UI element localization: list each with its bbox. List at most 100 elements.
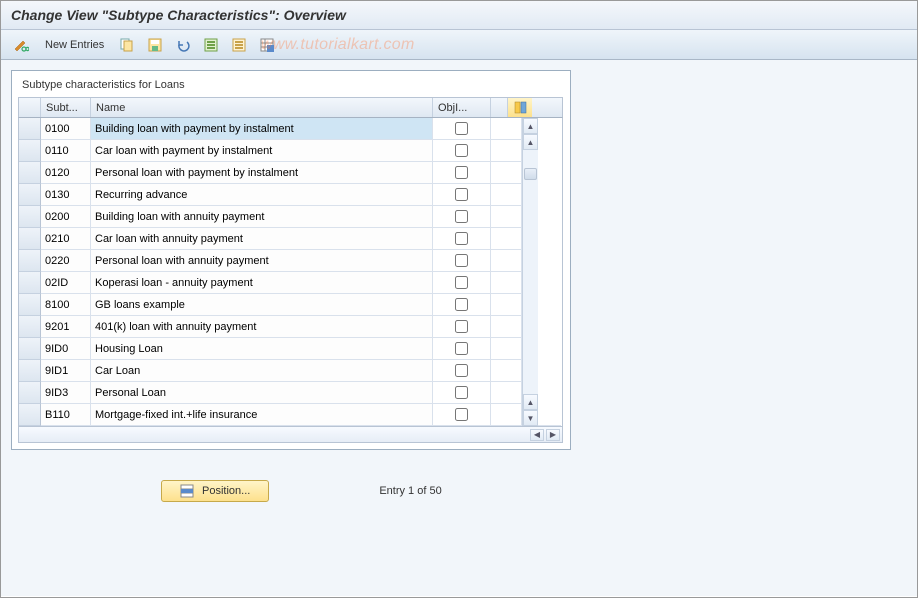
subt-input[interactable] xyxy=(41,140,90,161)
cell-spacer xyxy=(491,316,522,338)
subt-input[interactable] xyxy=(41,228,90,249)
scroll-up-icon[interactable]: ▲ xyxy=(523,118,538,134)
column-header-obj[interactable]: ObjI... xyxy=(433,98,491,117)
name-input[interactable] xyxy=(91,404,432,425)
cell-name xyxy=(91,294,433,316)
row-selector[interactable] xyxy=(19,140,41,162)
row-selector[interactable] xyxy=(19,118,41,140)
name-input[interactable] xyxy=(91,228,432,249)
deselect-all-icon[interactable] xyxy=(228,35,250,55)
row-selector[interactable] xyxy=(19,360,41,382)
name-input[interactable] xyxy=(91,294,432,315)
column-header-selector[interactable] xyxy=(19,98,41,117)
position-button[interactable]: Position... xyxy=(161,480,269,502)
subt-input[interactable] xyxy=(41,162,90,183)
subt-input[interactable] xyxy=(41,360,90,381)
obj-checkbox[interactable] xyxy=(455,254,468,267)
row-selector[interactable] xyxy=(19,316,41,338)
pencil-glasses-icon[interactable] xyxy=(9,35,33,55)
vertical-scrollbar[interactable]: ▲ ▲ ▲ ▼ xyxy=(522,118,538,426)
obj-checkbox[interactable] xyxy=(455,210,468,223)
table-panel: Subtype characteristics for Loans Subt..… xyxy=(11,70,571,450)
name-input[interactable] xyxy=(91,140,432,161)
obj-checkbox[interactable] xyxy=(455,298,468,311)
name-input[interactable] xyxy=(91,382,432,403)
subt-input[interactable] xyxy=(41,184,90,205)
scroll-down-icon[interactable]: ▼ xyxy=(523,410,538,426)
undo-icon[interactable] xyxy=(172,35,194,55)
table-configure-icon[interactable] xyxy=(507,98,532,117)
position-icon xyxy=(180,484,194,498)
subt-input[interactable] xyxy=(41,316,90,337)
obj-checkbox[interactable] xyxy=(455,364,468,377)
column-header-subt[interactable]: Subt... xyxy=(41,98,91,117)
name-input[interactable] xyxy=(91,316,432,337)
row-selector[interactable] xyxy=(19,228,41,250)
subt-input[interactable] xyxy=(41,250,90,271)
row-selector[interactable] xyxy=(19,206,41,228)
obj-checkbox[interactable] xyxy=(455,408,468,421)
row-selector[interactable] xyxy=(19,250,41,272)
obj-checkbox[interactable] xyxy=(455,144,468,157)
content-area: Subtype characteristics for Loans Subt..… xyxy=(1,60,917,596)
column-header-name[interactable]: Name xyxy=(91,98,433,117)
row-selector[interactable] xyxy=(19,272,41,294)
horizontal-scrollbar[interactable]: ◀ ▶ xyxy=(18,427,563,443)
row-selector[interactable] xyxy=(19,184,41,206)
obj-checkbox[interactable] xyxy=(455,122,468,135)
name-input[interactable] xyxy=(91,162,432,183)
scroll-right-icon[interactable]: ▶ xyxy=(546,429,560,441)
row-selector[interactable] xyxy=(19,404,41,426)
name-input[interactable] xyxy=(91,338,432,359)
cell-name xyxy=(91,206,433,228)
scroll-up2-icon[interactable]: ▲ xyxy=(523,134,538,150)
name-input[interactable] xyxy=(91,360,432,381)
name-input[interactable] xyxy=(91,184,432,205)
row-selector[interactable] xyxy=(19,294,41,316)
cell-name xyxy=(91,316,433,338)
scroll-left-icon[interactable]: ◀ xyxy=(530,429,544,441)
table-row xyxy=(19,404,522,426)
table-row xyxy=(19,184,522,206)
table-row xyxy=(19,162,522,184)
subt-input[interactable] xyxy=(41,382,90,403)
cell-subt xyxy=(41,118,91,140)
copy-icon[interactable] xyxy=(116,35,138,55)
panel-title: Subtype characteristics for Loans xyxy=(18,77,564,97)
cell-subt xyxy=(41,382,91,404)
subt-input[interactable] xyxy=(41,404,90,425)
entry-counter: Entry 1 of 50 xyxy=(379,485,441,497)
new-entries-button[interactable]: New Entries xyxy=(39,37,110,53)
table-body-wrapper: ▲ ▲ ▲ ▼ xyxy=(18,118,563,427)
subt-input[interactable] xyxy=(41,272,90,293)
name-input[interactable] xyxy=(91,272,432,293)
scroll-track[interactable] xyxy=(523,150,538,394)
save-icon[interactable] xyxy=(144,35,166,55)
table-row xyxy=(19,140,522,162)
subt-input[interactable] xyxy=(41,294,90,315)
subt-input[interactable] xyxy=(41,118,90,139)
cell-subt xyxy=(41,294,91,316)
obj-checkbox[interactable] xyxy=(455,166,468,179)
name-input[interactable] xyxy=(91,206,432,227)
obj-checkbox[interactable] xyxy=(455,386,468,399)
obj-checkbox[interactable] xyxy=(455,232,468,245)
scroll-down2-icon[interactable]: ▲ xyxy=(523,394,538,410)
row-selector[interactable] xyxy=(19,338,41,360)
name-input[interactable] xyxy=(91,250,432,271)
scroll-thumb[interactable] xyxy=(524,168,537,180)
obj-checkbox[interactable] xyxy=(455,188,468,201)
row-selector[interactable] xyxy=(19,382,41,404)
obj-checkbox[interactable] xyxy=(455,276,468,289)
cell-name xyxy=(91,162,433,184)
subt-input[interactable] xyxy=(41,206,90,227)
obj-checkbox[interactable] xyxy=(455,342,468,355)
name-input[interactable] xyxy=(91,118,432,139)
subt-input[interactable] xyxy=(41,338,90,359)
cell-obj xyxy=(433,272,491,294)
select-all-icon[interactable] xyxy=(200,35,222,55)
obj-checkbox[interactable] xyxy=(455,320,468,333)
row-selector[interactable] xyxy=(19,162,41,184)
spacer-column xyxy=(538,118,561,426)
cell-subt xyxy=(41,404,91,426)
